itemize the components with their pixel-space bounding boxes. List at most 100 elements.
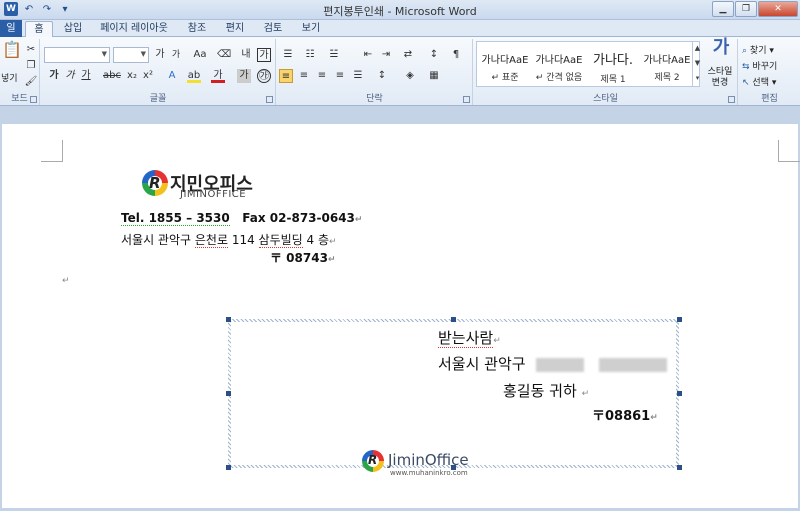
increase-indent-icon[interactable]: ⇥ — [379, 48, 393, 62]
chevron-down-icon: ▼ — [140, 50, 146, 58]
font-launcher-icon[interactable] — [266, 96, 273, 103]
minimize-button[interactable]: ▁ — [712, 1, 734, 17]
justify-icon[interactable]: ≡ — [333, 69, 347, 83]
numbering-icon[interactable]: ☷ — [303, 48, 317, 62]
style-sample: 가나다AaE — [643, 55, 691, 66]
decrease-indent-icon[interactable]: ⇤ — [361, 48, 375, 62]
italic-icon[interactable]: 가 — [63, 69, 77, 83]
sort-icon[interactable]: ↕ — [427, 48, 441, 62]
style-gallery-scroll[interactable]: ▲ ▼ ▾ — [692, 41, 702, 87]
tab-file[interactable]: 일 — [0, 20, 22, 37]
redacted-address — [599, 357, 668, 372]
styles-launcher-icon[interactable] — [728, 96, 735, 103]
ribbon-tabs: 일 홈 삽입 페이지 레이아웃 참조 편지 검토 보기 — [0, 20, 800, 37]
style-heading-2[interactable]: 가나다AaE 제목 2 — [640, 43, 694, 85]
underline-icon[interactable]: 가 — [79, 69, 93, 83]
line-spacing-icon[interactable]: ↕ — [375, 69, 389, 83]
highlight-icon[interactable]: ab — [187, 69, 201, 83]
paste-icon[interactable]: 📋 — [2, 42, 22, 67]
font-name-combo[interactable]: ▼ — [44, 47, 110, 63]
format-painter-icon[interactable]: 🖌 — [24, 75, 38, 89]
recipient-zip-line[interactable]: 〒08861↵ — [592, 405, 658, 424]
paste-label[interactable]: 넣기 — [1, 71, 18, 84]
align-left-icon[interactable]: ≡ — [279, 69, 293, 83]
recipient-address-prefix: 서울시 관악구 — [438, 355, 526, 373]
watermark-r-icon: R — [368, 453, 378, 467]
copy-icon[interactable]: ❐ — [24, 59, 38, 73]
select-button[interactable]: ↖ 선택 ▾ — [742, 75, 776, 88]
clear-format-icon[interactable]: ⌫ — [217, 48, 231, 62]
tab-view[interactable]: 보기 — [296, 21, 326, 37]
replace-button[interactable]: ⇆ 바꾸기 — [742, 59, 777, 72]
show-marks-icon[interactable]: ¶ — [449, 48, 463, 62]
window-title: 편지봉투인쇄 - Microsoft Word — [323, 5, 477, 18]
text-direction-icon[interactable]: ⇄ — [401, 48, 415, 62]
grow-font-icon[interactable]: 가 — [153, 48, 167, 62]
select-icon: ↖ — [742, 78, 750, 88]
paragraph-mark: ↵ — [329, 237, 337, 247]
font-group-label: 글꼴 — [149, 94, 167, 104]
bold-icon[interactable]: 가 — [47, 69, 61, 83]
sender-zip: 〒 08743 — [270, 251, 328, 265]
tab-references[interactable]: 참조 — [182, 21, 212, 37]
sender-address-line[interactable]: 서울시 관악구 은천로 114 삼두빌딩 4 층↵ — [121, 231, 337, 248]
style-normal[interactable]: 가나다AaE ↵ 표준 — [478, 43, 532, 85]
paragraph-launcher-icon[interactable] — [463, 96, 470, 103]
shrink-font-icon[interactable]: 가 — [169, 48, 183, 62]
align-center-icon[interactable]: ≡ — [297, 69, 311, 83]
resize-handle[interactable] — [677, 465, 682, 470]
tab-home[interactable]: 홈 — [25, 21, 53, 37]
cut-icon[interactable]: ✂ — [24, 43, 38, 57]
find-button[interactable]: ⌕ 찾기 ▾ — [742, 43, 774, 56]
distribute-icon[interactable]: ☰ — [351, 69, 365, 83]
sender-contact-line[interactable]: Tel. 1855 – 3530 Fax 02-873-0643↵ — [121, 211, 362, 226]
paragraph-mark: ↵ — [327, 255, 336, 265]
multilevel-list-icon[interactable]: ☱ — [327, 48, 341, 62]
character-shading-icon[interactable]: 가 — [237, 69, 251, 83]
sender-zip-line[interactable]: 〒 08743↵ — [270, 249, 335, 266]
change-case-icon[interactable]: Aa — [191, 48, 209, 62]
character-border-icon[interactable]: 가 — [257, 48, 271, 62]
recipient-label-line[interactable]: 받는사람↵ — [438, 327, 501, 348]
clipboard-launcher-icon[interactable] — [30, 96, 37, 103]
tab-review[interactable]: 검토 — [258, 21, 288, 37]
redacted-address — [536, 357, 585, 372]
crop-mark — [41, 140, 63, 162]
window-controls: ▁ ❐ ✕ — [712, 1, 798, 17]
font-size-combo[interactable]: ▼ — [113, 47, 149, 63]
editing-group: ⌕ 찾기 ▾ ⇆ 바꾸기 ↖ 선택 ▾ 편집 — [739, 39, 800, 105]
borders-icon[interactable]: ▦ — [427, 69, 441, 83]
sender-addr-c: 114 — [228, 233, 259, 247]
resize-handle[interactable] — [226, 465, 231, 470]
resize-handle[interactable] — [677, 391, 682, 396]
tab-insert[interactable]: 삽입 — [58, 21, 88, 37]
shading-icon[interactable]: ◈ — [403, 69, 417, 83]
tab-page-layout[interactable]: 페이지 레이아웃 — [96, 21, 172, 37]
change-styles-icon[interactable]: 가 — [710, 39, 732, 63]
subscript-icon[interactable]: x₂ — [125, 69, 139, 83]
close-button[interactable]: ✕ — [758, 1, 798, 17]
style-name: ↵ 간격 없음 — [535, 73, 583, 83]
recipient-name-line[interactable]: 홍길동 귀하 ↵ — [503, 380, 589, 401]
phonetic-guide-icon[interactable]: 내 — [239, 48, 253, 62]
text-effects-icon[interactable]: A — [165, 69, 179, 83]
change-styles-label[interactable]: 스타일 변경 — [703, 67, 737, 89]
resize-handle[interactable] — [226, 317, 231, 322]
tab-mailings[interactable]: 편지 — [221, 21, 249, 37]
recipient-address-line[interactable]: 서울시 관악구 — [438, 353, 668, 374]
align-right-icon[interactable]: ≡ — [315, 69, 329, 83]
style-heading-1[interactable]: 가나다. 제목 1 — [586, 43, 640, 85]
enclose-character-icon[interactable]: ㉮ — [257, 69, 271, 83]
maximize-button[interactable]: ❐ — [735, 1, 757, 17]
clipboard-group: 📋 넣기 ✂ ❐ 🖌 보드 — [0, 39, 40, 105]
watermark-url: www.muhaninkro.com — [390, 469, 468, 477]
resize-handle[interactable] — [226, 391, 231, 396]
strikethrough-icon[interactable]: abc — [103, 69, 121, 83]
superscript-icon[interactable]: x² — [141, 69, 155, 83]
resize-handle[interactable] — [451, 317, 456, 322]
bullets-icon[interactable]: ☰ — [281, 48, 295, 62]
resize-handle[interactable] — [677, 317, 682, 322]
styles-group-label: 스타일 — [593, 94, 618, 104]
font-color-icon[interactable]: 가 — [211, 69, 225, 83]
style-no-spacing[interactable]: 가나다AaE ↵ 간격 없음 — [532, 43, 586, 85]
